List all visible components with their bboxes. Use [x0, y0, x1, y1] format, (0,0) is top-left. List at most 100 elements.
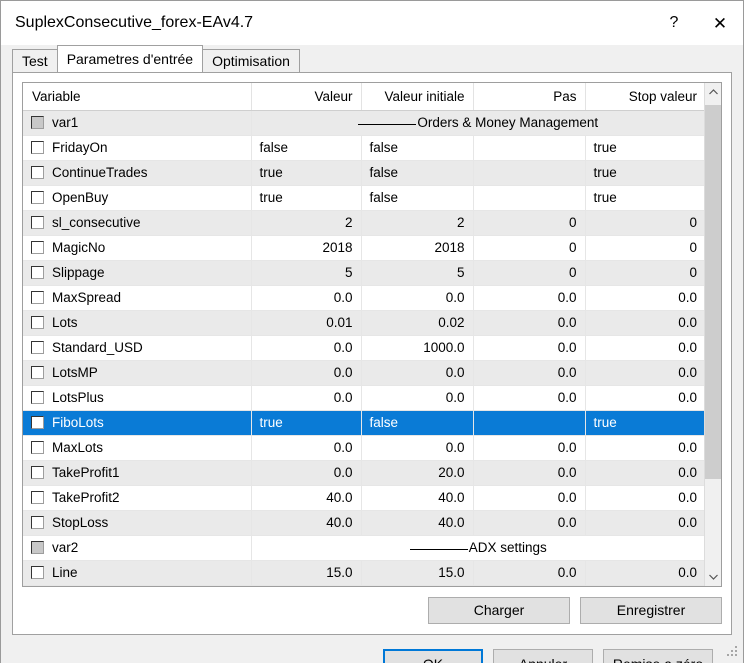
scroll-up-arrow-icon[interactable]	[705, 83, 721, 100]
tab-test[interactable]: Test	[12, 49, 58, 72]
cell-variable[interactable]: Slippage	[23, 260, 251, 285]
row-checkbox[interactable]	[31, 216, 44, 229]
table-row[interactable]: Standard_USD0.01000.00.00.0	[23, 335, 704, 360]
cell-variable[interactable]: OpenBuy	[23, 185, 251, 210]
cell-valeur-initiale[interactable]: 0.0	[361, 385, 473, 410]
row-checkbox[interactable]	[31, 241, 44, 254]
cell-pas[interactable]: 0.0	[473, 385, 585, 410]
cell-variable[interactable]: StopLoss	[23, 510, 251, 535]
cell-pas[interactable]	[473, 160, 585, 185]
cell-stop-valeur[interactable]: true	[585, 160, 704, 185]
table-row[interactable]: TakeProfit240.040.00.00.0	[23, 485, 704, 510]
column-header-variable[interactable]: Variable	[23, 83, 251, 110]
cell-pas[interactable]: 0	[473, 260, 585, 285]
scrollbar-track[interactable]	[705, 100, 721, 569]
table-row[interactable]: Line15.015.00.00.0	[23, 560, 704, 585]
cell-valeur-initiale[interactable]: 40.0	[361, 510, 473, 535]
cell-stop-valeur[interactable]: 0.0	[585, 335, 704, 360]
cell-variable[interactable]: var2	[23, 535, 251, 560]
table-row[interactable]: sl_consecutive2200	[23, 210, 704, 235]
cell-pas[interactable]: 0.0	[473, 460, 585, 485]
cell-valeur-initiale[interactable]: 5	[361, 260, 473, 285]
cell-variable[interactable]: LotsPlus	[23, 385, 251, 410]
row-checkbox[interactable]	[31, 166, 44, 179]
cell-variable[interactable]: ContinueTrades	[23, 160, 251, 185]
cell-stop-valeur[interactable]: true	[585, 410, 704, 435]
table-row[interactable]: Lots0.010.020.00.0	[23, 310, 704, 335]
cell-valeur[interactable]: 0.0	[251, 435, 361, 460]
cell-pas[interactable]: 0	[473, 235, 585, 260]
row-checkbox[interactable]	[31, 516, 44, 529]
row-checkbox[interactable]	[31, 141, 44, 154]
cell-valeur[interactable]: 15.0	[251, 560, 361, 585]
row-checkbox[interactable]	[31, 316, 44, 329]
cell-valeur[interactable]: 2018	[251, 235, 361, 260]
cell-valeur-initiale[interactable]: 0.0	[361, 285, 473, 310]
cell-valeur[interactable]: 0.0	[251, 460, 361, 485]
table-row[interactable]: TakeProfit10.020.00.00.0	[23, 460, 704, 485]
cell-pas[interactable]: 0.0	[473, 285, 585, 310]
cell-valeur[interactable]: true	[251, 160, 361, 185]
cell-variable[interactable]: sl_consecutive	[23, 210, 251, 235]
cell-stop-valeur[interactable]: 0.0	[585, 285, 704, 310]
cell-pas[interactable]: 0.0	[473, 560, 585, 585]
table-row[interactable]: var1Orders & Money Management	[23, 110, 704, 135]
tab-parametres-entree[interactable]: Parametres d'entrée	[57, 45, 203, 72]
close-button[interactable]: ✕	[697, 1, 743, 45]
table-row[interactable]: MaxLots0.00.00.00.0	[23, 435, 704, 460]
cell-valeur[interactable]: 0.0	[251, 335, 361, 360]
cell-pas[interactable]: 0.0	[473, 510, 585, 535]
table-row[interactable]: LotsMP0.00.00.00.0	[23, 360, 704, 385]
cell-variable[interactable]: Line	[23, 560, 251, 585]
row-checkbox[interactable]	[31, 366, 44, 379]
row-checkbox[interactable]	[31, 291, 44, 304]
cell-variable[interactable]: TakeProfit1	[23, 460, 251, 485]
cell-stop-valeur[interactable]: 0	[585, 235, 704, 260]
table-row[interactable]: MagicNo2018201800	[23, 235, 704, 260]
column-header-valeur[interactable]: Valeur	[251, 83, 361, 110]
cell-valeur-initiale[interactable]: 0.0	[361, 360, 473, 385]
cell-pas[interactable]: 0	[473, 210, 585, 235]
cell-stop-valeur[interactable]: 0.0	[585, 460, 704, 485]
cell-valeur-initiale[interactable]: 40.0	[361, 485, 473, 510]
cell-valeur-initiale[interactable]: 15.0	[361, 560, 473, 585]
cell-pas[interactable]: 0.0	[473, 360, 585, 385]
row-checkbox[interactable]	[31, 391, 44, 404]
table-row[interactable]: MaxSpread0.00.00.00.0	[23, 285, 704, 310]
cell-pas[interactable]: 0.0	[473, 485, 585, 510]
cell-pas[interactable]: 0.0	[473, 435, 585, 460]
row-checkbox[interactable]	[31, 116, 44, 129]
table-row[interactable]: FiboLotstruefalsetrue	[23, 410, 704, 435]
scroll-down-arrow-icon[interactable]	[705, 569, 721, 586]
cell-pas[interactable]	[473, 135, 585, 160]
cell-valeur-initiale[interactable]: 20.0	[361, 460, 473, 485]
cell-valeur[interactable]: 40.0	[251, 485, 361, 510]
cell-valeur-initiale[interactable]: 1000.0	[361, 335, 473, 360]
cell-valeur[interactable]: true	[251, 410, 361, 435]
cell-variable[interactable]: MaxSpread	[23, 285, 251, 310]
cell-variable[interactable]: FridayOn	[23, 135, 251, 160]
row-checkbox[interactable]	[31, 341, 44, 354]
table-row[interactable]: LotsPlus0.00.00.00.0	[23, 385, 704, 410]
cell-valeur[interactable]: false	[251, 135, 361, 160]
cell-valeur-initiale[interactable]: 2018	[361, 235, 473, 260]
cell-pas[interactable]	[473, 410, 585, 435]
table-row[interactable]: OpenBuytruefalsetrue	[23, 185, 704, 210]
vertical-scrollbar[interactable]	[704, 83, 721, 586]
cell-variable[interactable]: FiboLots	[23, 410, 251, 435]
row-checkbox[interactable]	[31, 541, 44, 554]
cell-stop-valeur[interactable]: true	[585, 185, 704, 210]
cell-valeur-initiale[interactable]: 0.0	[361, 435, 473, 460]
cell-valeur[interactable]: 2	[251, 210, 361, 235]
cell-pas[interactable]	[473, 185, 585, 210]
cell-valeur[interactable]: 40.0	[251, 510, 361, 535]
row-checkbox[interactable]	[31, 266, 44, 279]
cell-variable[interactable]: Standard_USD	[23, 335, 251, 360]
cell-valeur[interactable]: 5	[251, 260, 361, 285]
column-header-stop-valeur[interactable]: Stop valeur	[585, 83, 704, 110]
row-checkbox[interactable]	[31, 191, 44, 204]
cell-valeur-initiale[interactable]: false	[361, 185, 473, 210]
table-row[interactable]: Slippage5500	[23, 260, 704, 285]
cell-variable[interactable]: var1	[23, 110, 251, 135]
row-checkbox[interactable]	[31, 441, 44, 454]
